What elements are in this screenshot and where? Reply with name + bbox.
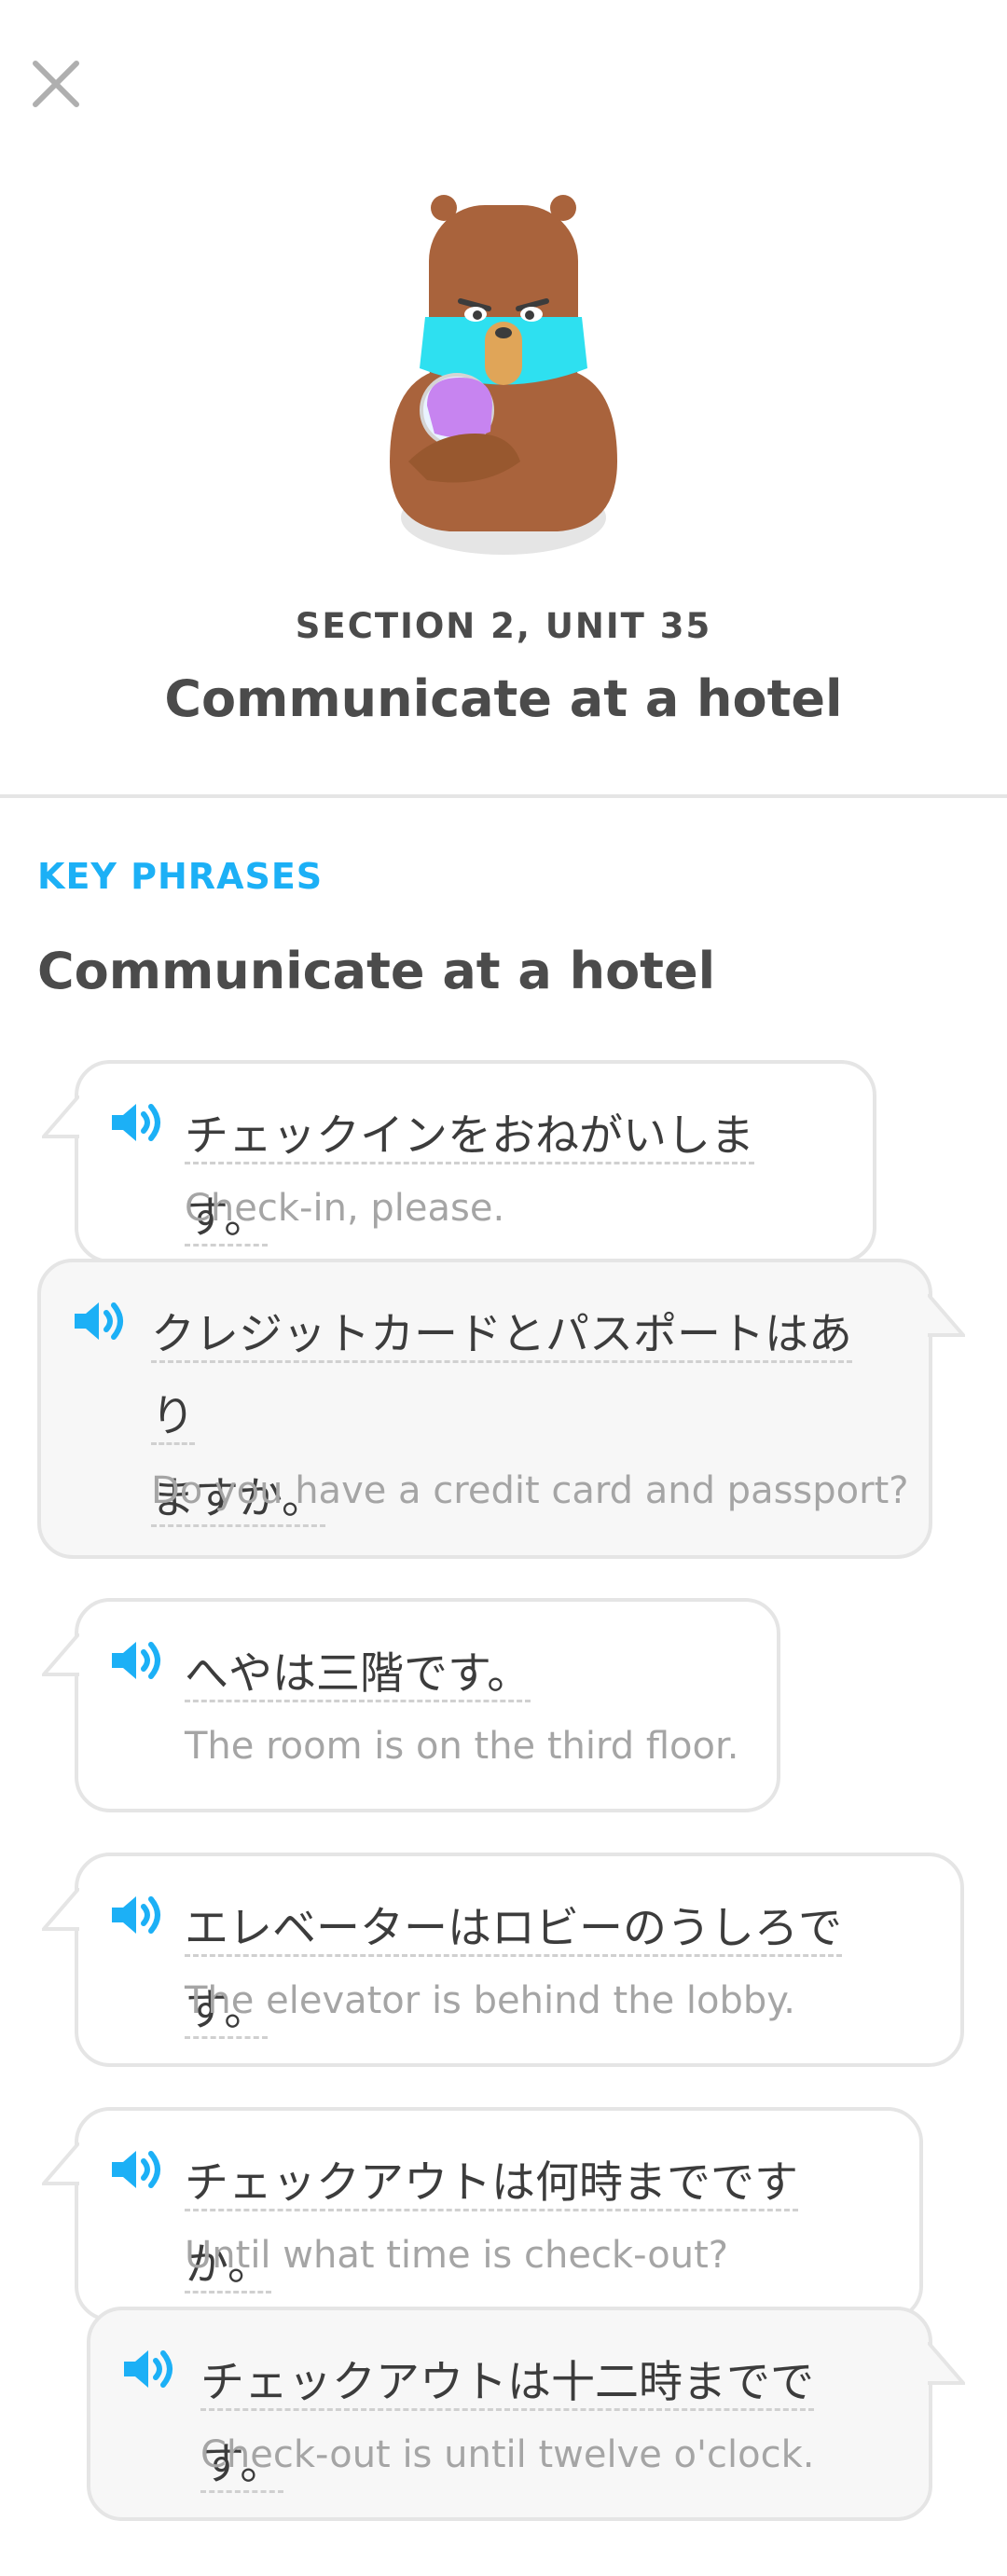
phrase-translation: Check-in, please. — [185, 1187, 505, 1230]
speaker-icon[interactable] — [110, 1637, 168, 1684]
phrase-japanese: チェックインをおねがいします。 — [185, 1095, 835, 1260]
section-unit-label: SECTION 2, UNIT 35 — [295, 606, 712, 646]
phrase-japanese: チェックアウトは十二時までです。 — [200, 2342, 891, 2506]
bear-mascot-illustration — [390, 195, 617, 555]
speaker-icon[interactable] — [110, 1099, 168, 1146]
phrase-japanese-text: へやは三階です。 — [185, 1648, 531, 1702]
divider — [0, 794, 1007, 798]
bubble-tail — [42, 2142, 79, 2185]
unit-title: Communicate at a hotel — [164, 669, 843, 728]
bubble-tail — [42, 1888, 79, 1931]
phrase-translation: The room is on the third floor. — [185, 1725, 739, 1768]
phrase-bubble-5: チェックアウトは何時までですか。 Until what time is chec… — [42, 2107, 923, 2321]
phrase-bubble-1: チェックインをおねがいします。 Check-in, please. — [42, 1060, 876, 1263]
speaker-icon[interactable] — [110, 2146, 168, 2193]
phrase-bubble-4: エレベーターはロビーのうしろです。 The elevator is behind… — [42, 1853, 964, 2067]
phrase-translation: Check-out is until twelve o'clock. — [200, 2433, 815, 2476]
phrase-bubble-2: クレジットカードとパスポートはあり ますか。 Do you have a cre… — [37, 1259, 965, 1559]
bubble-tail — [928, 2342, 965, 2385]
speaker-icon[interactable] — [73, 1298, 131, 1344]
phrase-translation: Do you have a credit card and passport? — [151, 1469, 909, 1512]
phrase-translation: The elevator is behind the lobby. — [185, 1979, 795, 2022]
key-phrases-title: Communicate at a hotel — [37, 942, 716, 1000]
bubble-tail — [42, 1095, 79, 1138]
phrase-translation: Until what time is check-out? — [185, 2234, 729, 2277]
close-icon[interactable] — [28, 56, 84, 112]
phrase-japanese: へやは三階です。 — [185, 1633, 739, 1715]
bubble-tail — [42, 1633, 79, 1676]
speaker-icon[interactable] — [122, 2346, 180, 2392]
key-phrases-label: KEY PHRASES — [37, 856, 324, 897]
phrase-bubble-3: へやは三階です。 The room is on the third floor. — [42, 1598, 780, 1812]
phrase-bubble-6: チェックアウトは十二時までです。 Check-out is until twel… — [87, 2307, 965, 2521]
bubble-tail — [928, 1294, 965, 1337]
phrase-japanese-text: クレジットカードとパスポートはあり — [151, 1309, 852, 1445]
phrase-japanese: エレベーターはロビーのうしろです。 — [185, 1888, 923, 2052]
speaker-icon[interactable] — [110, 1892, 168, 1938]
phrase-japanese: チェックアウトは何時までですか。 — [185, 2142, 882, 2307]
